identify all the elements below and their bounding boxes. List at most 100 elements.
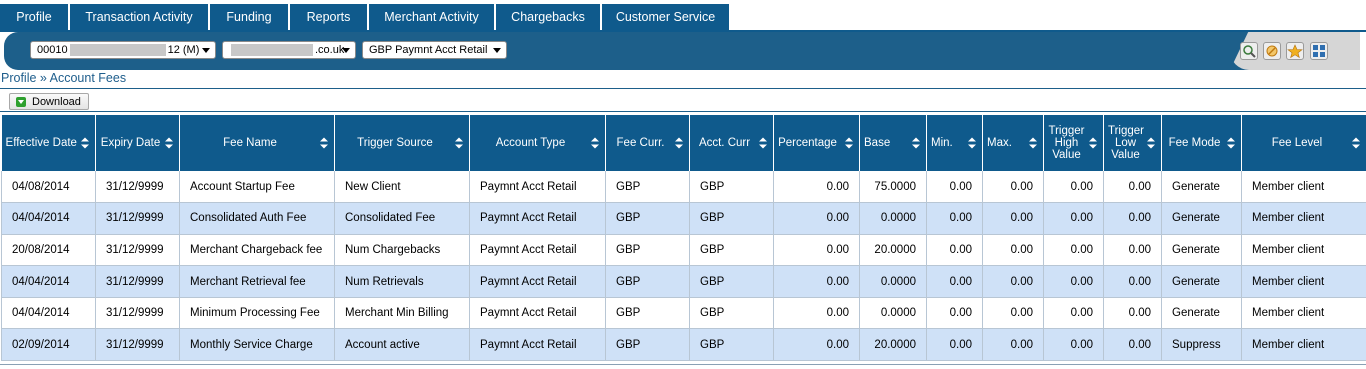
col-expiry-date[interactable]: Expiry Date — [95, 115, 180, 171]
table-cell: 0.00 — [1043, 202, 1104, 235]
table-cell: Generate — [1161, 171, 1242, 204]
download-icon — [16, 96, 26, 107]
col-trigger-high-value[interactable]: Trigger High Value — [1043, 115, 1104, 171]
star-icon[interactable] — [1286, 42, 1304, 60]
divider — [0, 364, 1366, 365]
download-label: Download — [32, 95, 81, 108]
table-cell: 0.00 — [1103, 297, 1162, 330]
sort-icon — [912, 137, 920, 149]
col-fee-name[interactable]: Fee Name — [179, 115, 335, 171]
sort-icon — [1089, 137, 1097, 149]
table-row[interactable]: 04/08/2014 31/12/9999 Account Startup Fee N… — [1, 171, 1366, 204]
table-cell: Suppress — [1161, 328, 1242, 362]
table-cell: Paymnt Acct Retail — [469, 171, 606, 204]
header-label: Fee Mode — [1168, 137, 1221, 149]
table-cell: 0.00 — [773, 297, 860, 330]
table-cell: 0.00 — [773, 328, 860, 362]
table-cell: 31/12/9999 — [95, 171, 180, 204]
table-cell: 04/04/2014 — [1, 265, 96, 298]
table-row[interactable]: 04/04/2014 31/12/9999 Consolidated Auth Fe… — [1, 202, 1366, 235]
sort-icon — [845, 137, 853, 149]
table-cell: 0.0000 — [859, 297, 927, 330]
col-effective-date[interactable]: Effective Date — [1, 115, 96, 171]
sort-icon — [455, 137, 463, 149]
tab-merchant-activity[interactable]: Merchant Activity — [369, 4, 496, 30]
table-cell: 0.00 — [926, 265, 983, 298]
header-label: Acct. Curr — [698, 137, 751, 149]
table-cell: 31/12/9999 — [95, 202, 180, 235]
table-cell: 0.00 — [926, 202, 983, 235]
cancel-icon[interactable] — [1263, 42, 1281, 60]
table-cell: 0.00 — [773, 265, 860, 298]
header-label: Percentage — [778, 137, 837, 149]
table-cell: Merchant Min Billing — [334, 297, 470, 330]
table-row[interactable]: 04/04/2014 31/12/9999 Minimum Processing F… — [1, 297, 1366, 330]
redacted-block — [69, 44, 166, 57]
table-cell: Member client — [1241, 265, 1366, 298]
table-row[interactable]: 20/08/2014 31/12/9999 Merchant Chargeback … — [1, 234, 1366, 267]
tab-profile[interactable]: Profile — [0, 4, 70, 30]
col-fee-mode[interactable]: Fee Mode — [1161, 115, 1242, 171]
table-cell: Merchant Retrieval fee — [179, 265, 335, 298]
table-cell: 0.00 — [982, 328, 1044, 362]
domain-select[interactable]: .co.uk — [222, 41, 356, 59]
col-fee-level[interactable]: Fee Level — [1241, 115, 1366, 171]
tab-reports[interactable]: Reports — [290, 4, 369, 30]
expand-icon[interactable] — [1310, 42, 1328, 60]
table-cell: 04/04/2014 — [1, 297, 96, 330]
col-fee-curr[interactable]: Fee Curr. — [605, 115, 690, 171]
table-cell: 0.00 — [926, 328, 983, 362]
table-cell: GBP — [605, 328, 690, 362]
table-row[interactable]: 02/09/2014 31/12/9999 Monthly Service Char… — [1, 328, 1366, 362]
account-select[interactable]: GBP Paymnt Acct Retail — [362, 41, 507, 59]
tab-funding[interactable]: Funding — [210, 4, 290, 30]
header-label: Effective Date — [5, 137, 77, 149]
sort-icon — [1352, 137, 1360, 149]
table-cell: GBP — [605, 234, 690, 267]
header-label: Expiry Date — [100, 137, 161, 149]
table-cell: Paymnt Acct Retail — [469, 234, 606, 267]
table-cell: Member client — [1241, 297, 1366, 330]
account-fees-table: Effective Date Expiry Date Fee Name Trig… — [1, 115, 1366, 362]
col-max[interactable]: Max. — [982, 115, 1044, 171]
col-acct-curr[interactable]: Acct. Curr — [689, 115, 774, 171]
col-base[interactable]: Base — [859, 115, 927, 171]
sort-icon — [1227, 137, 1235, 149]
table-cell: 0.00 — [926, 297, 983, 330]
table-cell: 0.00 — [1103, 202, 1162, 235]
table-header-row: Effective Date Expiry Date Fee Name Trig… — [1, 115, 1366, 171]
table-cell: 0.00 — [1043, 171, 1104, 204]
col-account-type[interactable]: Account Type — [469, 115, 606, 171]
table-cell: 0.00 — [982, 171, 1044, 204]
table-cell: GBP — [689, 297, 774, 330]
table-cell: Account active — [334, 328, 470, 362]
col-trigger-source[interactable]: Trigger Source — [334, 115, 470, 171]
col-percentage[interactable]: Percentage — [773, 115, 860, 171]
table-cell: GBP — [689, 328, 774, 362]
download-button[interactable]: Download — [9, 93, 89, 110]
header-label: Trigger Source — [357, 137, 433, 149]
table-cell: 31/12/9999 — [95, 297, 180, 330]
chevron-down-icon — [493, 48, 501, 53]
tab-transaction-activity[interactable]: Transaction Activity — [70, 4, 210, 30]
table-cell: 0.00 — [982, 202, 1044, 235]
table-cell: 0.00 — [1103, 171, 1162, 204]
table-cell: 75.0000 — [859, 171, 927, 204]
table-row[interactable]: 04/04/2014 31/12/9999 Merchant Retrieval f… — [1, 265, 1366, 298]
col-trigger-low-value[interactable]: Trigger Low Value — [1103, 115, 1162, 171]
search-icon[interactable] — [1240, 42, 1258, 60]
tab-customer-service[interactable]: Customer Service — [602, 4, 731, 30]
table-cell: GBP — [605, 202, 690, 235]
table-cell: GBP — [605, 171, 690, 204]
header-label: Fee Level — [1271, 137, 1323, 149]
merchant-select[interactable]: 00010 12 (M) — [30, 41, 216, 59]
table-cell: Minimum Processing Fee — [179, 297, 335, 330]
table-cell: 0.00 — [926, 234, 983, 267]
table-cell: 0.00 — [1103, 234, 1162, 267]
sort-icon — [165, 137, 173, 149]
tab-chargebacks[interactable]: Chargebacks — [496, 4, 602, 30]
account-value: GBP Paymnt Acct Retail — [369, 44, 488, 56]
sort-icon — [675, 137, 683, 149]
col-min[interactable]: Min. — [926, 115, 983, 171]
header-label: Fee Name — [223, 137, 277, 149]
